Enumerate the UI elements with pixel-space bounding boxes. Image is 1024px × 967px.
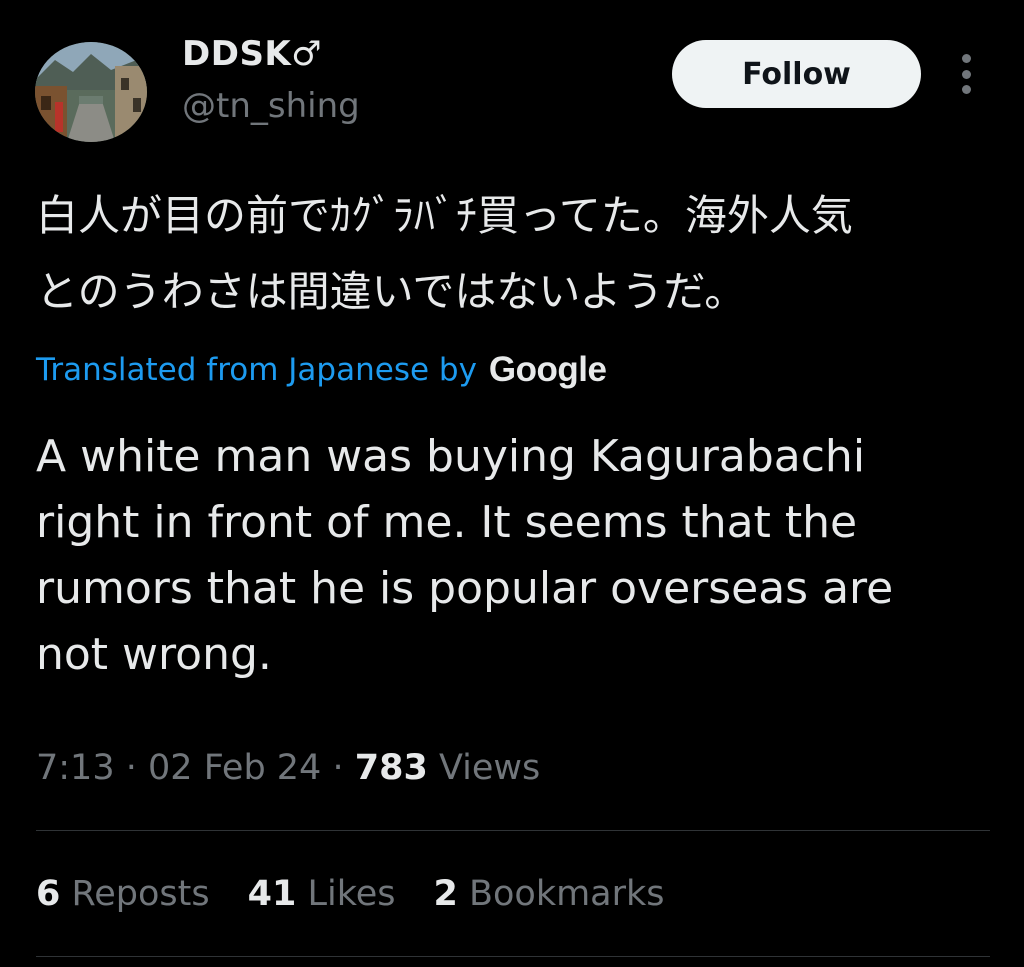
more-options-dot [961,69,971,79]
avatar[interactable] [35,42,147,142]
tweet-original-text: 白人が目の前でｶｸﾞﾗﾊﾞﾁ買ってた。海外人気 とのうわさは間違いではないようだ… [36,178,996,330]
tweet-original-line: とのうわさは間違いではないようだ。 [36,267,747,316]
bookmarks-count: 2 [433,874,458,914]
more-options-dot [961,54,971,63]
bookmarks-stat[interactable]: 2 Bookmarks [433,874,664,914]
translation-label[interactable]: Translated from Japanese by [36,352,477,388]
views-count: 783 [354,748,428,788]
reposts-count: 6 [36,874,61,914]
likes-count: 41 [247,874,297,914]
user-handle[interactable]: @tn_shing [182,86,360,126]
display-name[interactable]: DDSK♂ [182,34,322,74]
tweet-translated-line: right in front of me. It seems that the [36,497,858,548]
bookmarks-label: Bookmarks [468,874,665,914]
reposts-label: Reposts [71,874,210,914]
avatar-photo [35,42,147,142]
divider [36,830,990,831]
engagement-stats: 6 Reposts 41 Likes 2 Bookmarks [36,874,665,914]
tweet-translated-text: A white man was buying Kagurabachi right… [36,424,996,688]
tweet-original-line: 白人が目の前でｶｸﾞﾗﾊﾞﾁ買ってた。海外人気 [36,191,853,240]
tweet-time[interactable]: 7:13 [36,748,115,788]
follow-button[interactable]: Follow [672,40,921,108]
tweet-date[interactable]: 02 Feb 24 [148,748,321,788]
tweet-meta: 7:13 · 02 Feb 24 · 783 Views [36,748,540,788]
divider [36,956,990,957]
likes-stat[interactable]: 41 Likes [248,874,396,914]
views-label: Views [438,748,541,788]
tweet-translated-line: A white man was buying Kagurabachi [36,431,866,482]
tweet-translated-line: not wrong. [36,629,272,680]
meta-separator: · [125,748,137,788]
translation-attribution[interactable]: Translated from Japanese by Google [36,346,607,394]
likes-label: Likes [307,874,396,914]
more-options-dot [961,85,971,94]
google-logo: Google [488,350,607,389]
meta-separator: · [332,748,344,788]
reposts-stat[interactable]: 6 Reposts [36,874,210,914]
tweet-translated-line: rumors that he is popular overseas are [36,563,894,614]
more-options-icon[interactable] [955,54,977,94]
